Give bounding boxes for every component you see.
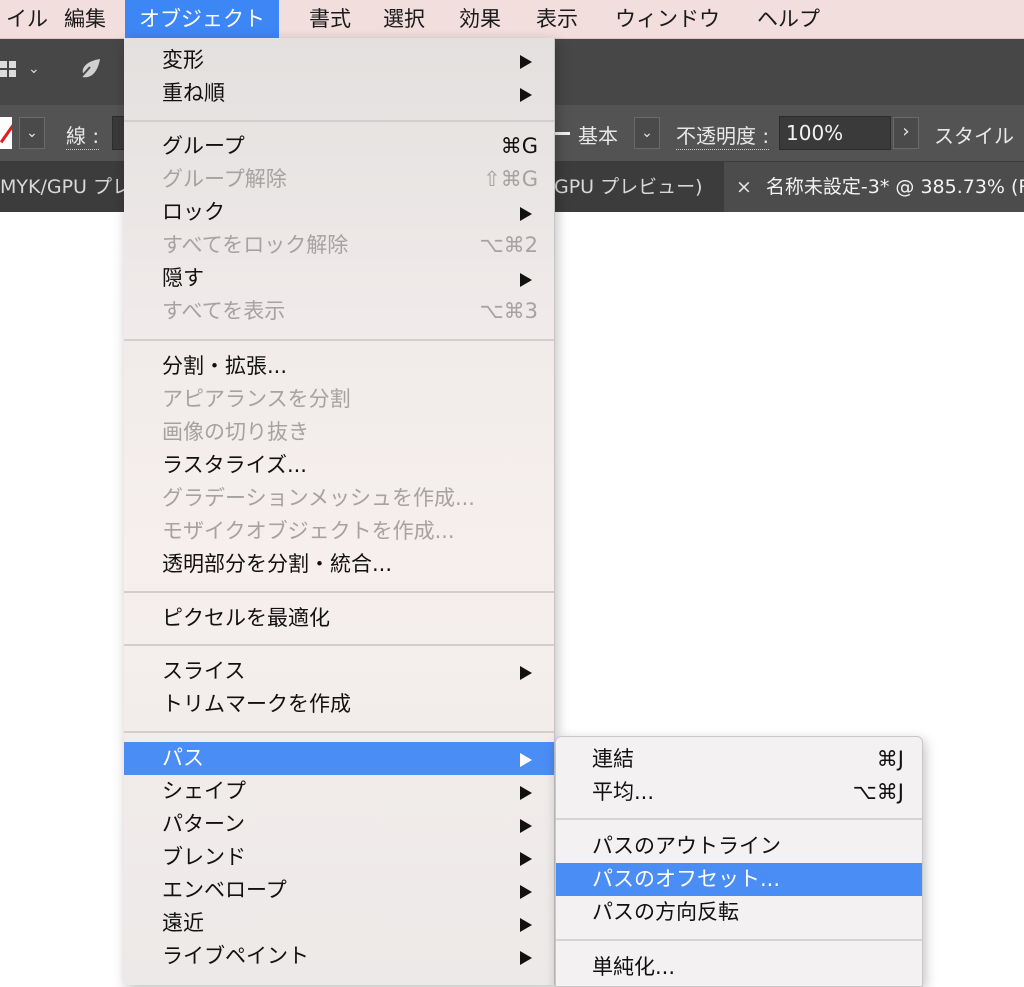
workspace-grid-icon[interactable]: [0, 61, 16, 77]
menu-item-perspective[interactable]: 遠近: [124, 907, 554, 940]
opacity-field[interactable]: 100%: [779, 116, 891, 150]
stroke-color-swatch[interactable]: [0, 117, 12, 149]
menu-item-make-pixel-perfect[interactable]: ピクセルを最適化: [124, 602, 554, 635]
menu-item-expand-appearance[interactable]: アピアランスを分割: [124, 383, 554, 416]
menu-item-create-gradient-mesh[interactable]: グラデーションメッシュを作成...: [124, 482, 554, 515]
menu-item-lock[interactable]: ロック: [124, 196, 554, 229]
tab-label: 名称未設定-3* @ 385.73% (R: [765, 176, 1024, 198]
feather-icon[interactable]: [70, 55, 104, 89]
menu-select[interactable]: 選択: [369, 0, 439, 38]
menu-item-show-all[interactable]: すべてを表示 ⌥⌘3: [124, 295, 554, 328]
menu-item-slice[interactable]: スライス: [124, 655, 554, 688]
shortcut: ⌘J: [876, 747, 904, 771]
submenu-item-outline-stroke[interactable]: パスのアウトライン: [556, 830, 922, 863]
menu-type[interactable]: 書式: [295, 0, 365, 38]
submenu-arrow-icon: [520, 88, 532, 102]
submenu-arrow-icon: [520, 273, 532, 287]
submenu-arrow-icon: [520, 819, 532, 833]
stroke-color-dropdown[interactable]: ⌄: [19, 117, 45, 149]
menu-item-create-trim-marks[interactable]: トリムマークを作成: [124, 688, 554, 721]
menu-item-create-object-mosaic[interactable]: モザイクオブジェクトを作成...: [124, 515, 554, 548]
brush-line-icon: [554, 132, 570, 135]
menu-item-hide[interactable]: 隠す: [124, 262, 554, 295]
submenu-item-join[interactable]: 連結 ⌘J: [556, 743, 922, 776]
menu-separator: [124, 644, 554, 646]
submenu-arrow-icon: [520, 786, 532, 800]
menu-item-crop-image[interactable]: 画像の切り抜き: [124, 416, 554, 449]
shortcut: ⌥⌘3: [479, 299, 538, 323]
submenu-arrow-icon: [520, 666, 532, 680]
menu-item-path[interactable]: パス: [124, 742, 554, 775]
opacity-arrow-button[interactable]: ›: [893, 117, 919, 149]
menu-item-expand[interactable]: 分割・拡張...: [124, 350, 554, 383]
shortcut: ⇧⌘G: [483, 167, 538, 191]
menu-item-live-paint[interactable]: ライブペイント: [124, 940, 554, 973]
menu-separator: [124, 339, 554, 341]
menu-edit[interactable]: 編集: [50, 0, 120, 38]
submenu-item-average[interactable]: 平均... ⌥⌘J: [556, 776, 922, 809]
menu-item-flatten-transparency[interactable]: 透明部分を分割・統合...: [124, 548, 554, 581]
chevron-down-icon[interactable]: ⌄: [28, 61, 40, 77]
menu-view[interactable]: 表示: [522, 0, 592, 38]
submenu-item-simplify[interactable]: 単純化...: [556, 951, 922, 984]
brush-preset-value[interactable]: 基本: [578, 120, 618, 149]
menu-separator: [124, 731, 554, 733]
stroke-label[interactable]: 線 :: [66, 120, 100, 150]
menu-item-pattern[interactable]: パターン: [124, 808, 554, 841]
menu-item-arrange[interactable]: 重ね順: [124, 77, 554, 110]
menu-item-shape[interactable]: シェイプ: [124, 775, 554, 808]
object-menu: 変形 重ね順 グループ ⌘G グループ解除 ⇧⌘G ロック すべてをロック解除 ⌥⌘2…: [124, 38, 555, 985]
document-tab-current[interactable]: × 名称未設定-3* @ 385.73% (R: [724, 162, 1024, 212]
menu-effect[interactable]: 効果: [445, 0, 515, 38]
submenu-arrow-icon: [520, 55, 532, 69]
menu-item-envelope-distort[interactable]: エンベロープ: [124, 874, 554, 907]
submenu-arrow-icon: [520, 207, 532, 221]
menu-window[interactable]: ウィンドウ: [601, 0, 734, 38]
path-submenu: 連結 ⌘J 平均... ⌥⌘J パスのアウトライン パスのオフセット... パスの方…: [555, 736, 923, 987]
submenu-arrow-icon: [520, 885, 532, 899]
menu-separator: [556, 939, 922, 941]
document-tab[interactable]: GPU プレビュー): [554, 162, 722, 212]
submenu-item-offset-path[interactable]: パスのオフセット...: [556, 863, 922, 896]
shortcut: ⌥⌘J: [852, 780, 904, 804]
style-label[interactable]: スタイル: [934, 120, 1014, 149]
shortcut: ⌘G: [500, 134, 538, 158]
shortcut: ⌥⌘2: [479, 233, 538, 257]
menu-item-ungroup[interactable]: グループ解除 ⇧⌘G: [124, 163, 554, 196]
submenu-arrow-icon: [520, 951, 532, 965]
opacity-label[interactable]: 不透明度 :: [676, 120, 770, 150]
submenu-arrow-icon: [520, 753, 532, 767]
brush-preset-dropdown[interactable]: ⌄: [634, 117, 660, 149]
menu-item-rasterize[interactable]: ラスタライズ...: [124, 449, 554, 482]
menu-separator: [124, 120, 554, 122]
menu-item-unlock-all[interactable]: すべてをロック解除 ⌥⌘2: [124, 229, 554, 262]
submenu-item-reverse-path-direction[interactable]: パスの方向反転: [556, 896, 922, 929]
close-icon[interactable]: ×: [736, 176, 752, 198]
menu-help[interactable]: ヘルプ: [743, 0, 834, 38]
submenu-arrow-icon: [520, 852, 532, 866]
menu-separator: [556, 818, 922, 820]
menu-bar: イル 編集 オブジェクト 書式 選択 効果 表示 ウィンドウ ヘルプ: [0, 0, 1024, 39]
menu-item-blend[interactable]: ブレンド: [124, 841, 554, 874]
menu-item-group[interactable]: グループ ⌘G: [124, 130, 554, 163]
submenu-arrow-icon: [520, 918, 532, 932]
menu-object[interactable]: オブジェクト: [125, 0, 279, 38]
menu-item-transform[interactable]: 変形: [124, 44, 554, 77]
menu-separator: [124, 591, 554, 593]
document-tab[interactable]: MYK/GPU プレ: [0, 162, 124, 212]
